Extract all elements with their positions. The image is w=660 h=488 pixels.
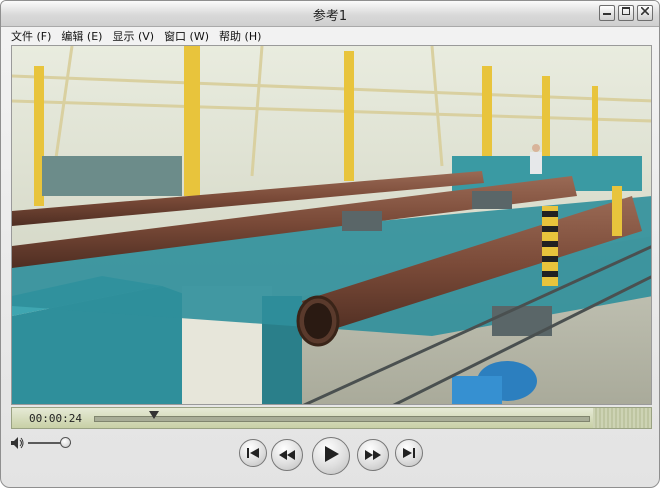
fast-forward-button[interactable] <box>357 439 389 471</box>
video-scene <box>12 46 651 404</box>
seek-handle[interactable] <box>148 411 159 419</box>
minimize-icon <box>603 5 611 21</box>
timecode: 00:00:24 <box>29 412 82 425</box>
rewind-button[interactable] <box>271 439 303 471</box>
window-title: 参考1 <box>312 9 348 24</box>
position-bar: 00:00:24 <box>11 407 652 429</box>
rewind-icon <box>279 446 295 465</box>
menu-window[interactable]: 窗口 (W) <box>164 28 209 44</box>
maximize-button[interactable] <box>618 5 634 21</box>
speaker-icon[interactable] <box>11 437 25 452</box>
play-button[interactable] <box>312 437 350 475</box>
title-bar[interactable]: 参考1 <box>1 1 659 27</box>
menu-help[interactable]: 帮助 (H) <box>219 28 261 44</box>
seek-slider[interactable] <box>94 416 590 422</box>
menu-edit[interactable]: 编辑 (E) <box>61 28 102 44</box>
fast-forward-icon <box>365 446 381 465</box>
minimize-button[interactable] <box>599 5 615 21</box>
media-player-window: 参考1 文件 (F) 编辑 (E) 显示 (V) 窗口 (W) 帮助 (H) 0… <box>0 0 660 488</box>
skip-back-button[interactable] <box>239 439 267 467</box>
skip-to-end-icon <box>403 444 415 463</box>
seek-bar-end <box>593 408 651 428</box>
menu-view[interactable]: 显示 (V) <box>112 28 154 44</box>
menu-file[interactable]: 文件 (F) <box>11 28 51 44</box>
video-frame[interactable] <box>11 45 652 405</box>
skip-forward-button[interactable] <box>395 439 423 467</box>
close-icon <box>640 5 650 21</box>
skip-to-start-icon <box>247 444 259 463</box>
maximize-icon <box>622 5 630 21</box>
volume-handle[interactable] <box>59 437 71 448</box>
play-icon <box>323 445 339 467</box>
window-controls <box>599 5 653 21</box>
menu-bar: 文件 (F) 编辑 (E) 显示 (V) 窗口 (W) 帮助 (H) <box>1 27 659 44</box>
close-button[interactable] <box>637 5 653 21</box>
